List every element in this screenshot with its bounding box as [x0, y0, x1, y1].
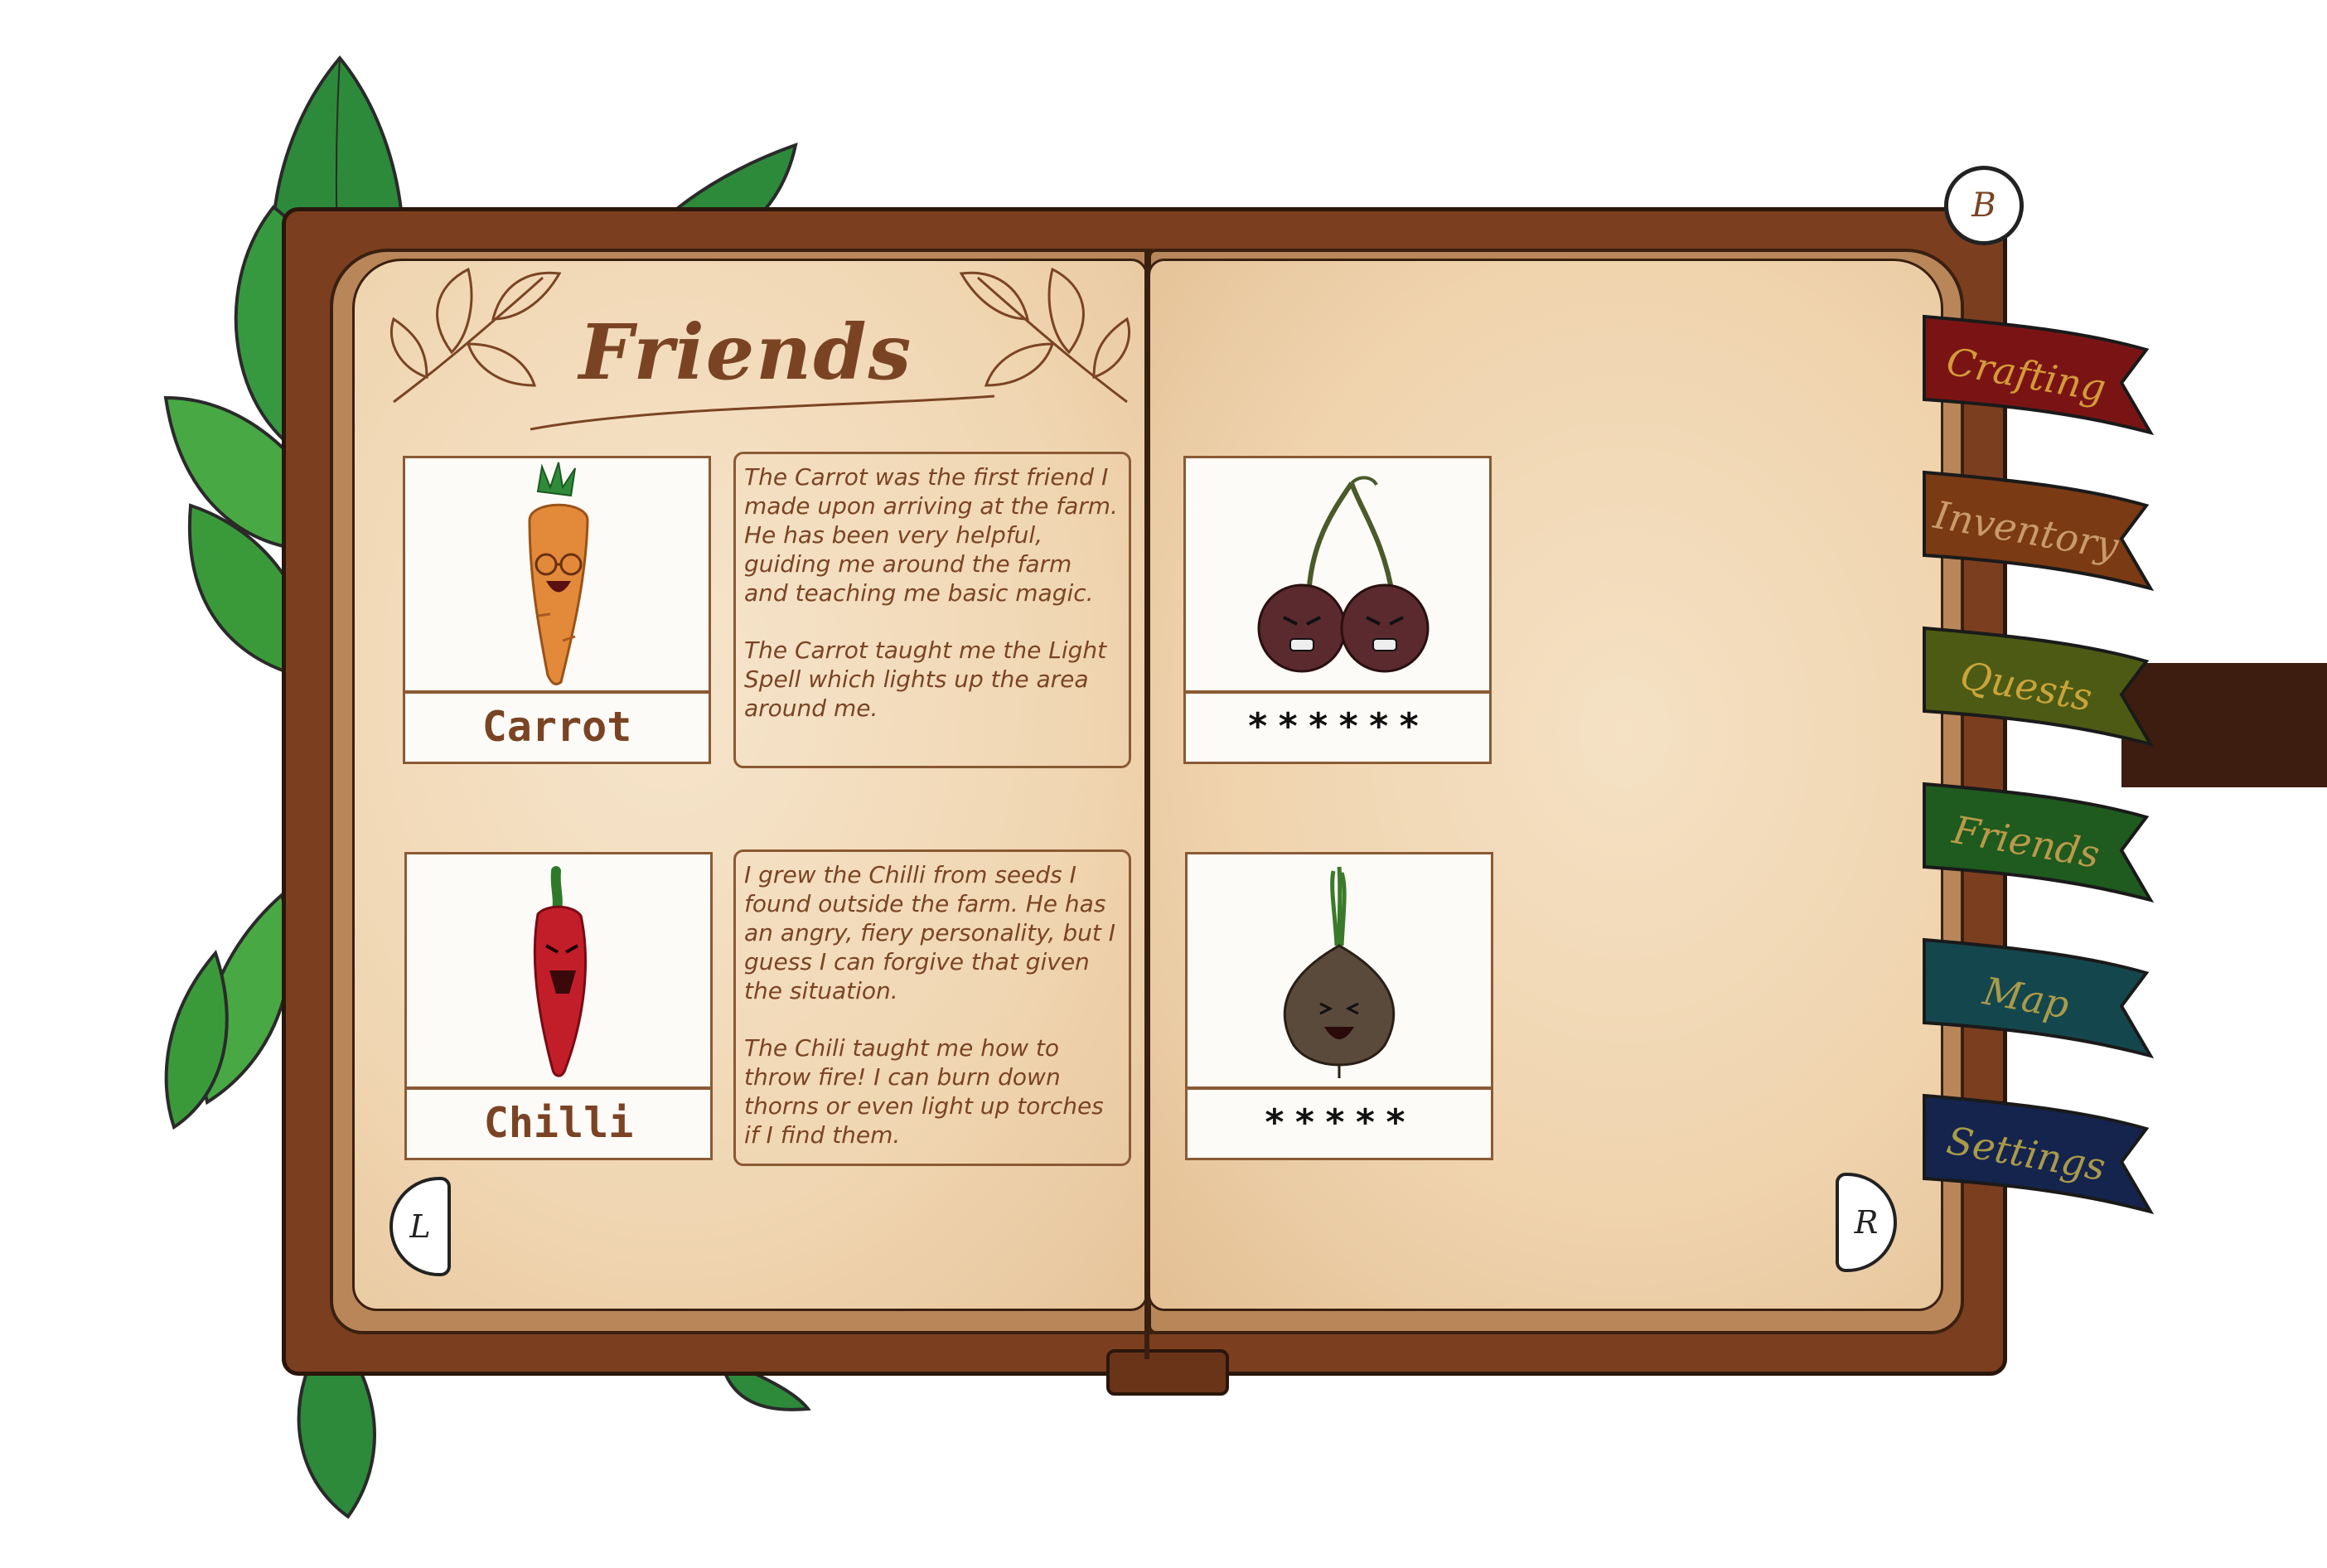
description-paragraph: The Chili taught me how to throw fire! I…: [744, 1034, 1104, 1149]
chilli-icon: [533, 866, 587, 1077]
description-paragraph: I grew the Chilli from seeds I found out…: [744, 861, 1116, 1004]
friend-card-chilli[interactable]: Chilli: [404, 852, 713, 1160]
friend-name-hidden: *****: [1188, 1086, 1491, 1158]
onion-icon: [1283, 866, 1396, 1078]
tab-friends[interactable]: Friends: [1923, 776, 2155, 917]
carrot-icon: [528, 462, 589, 685]
tab-map[interactable]: Map: [1923, 932, 2155, 1072]
friend-description-chilli: I grew the Chilli from seeds I found out…: [733, 849, 1131, 1166]
friend-name-hidden: ******: [1186, 690, 1489, 762]
friend-description-carrot: The Carrot was the first friend I made u…: [733, 452, 1131, 768]
cherries-icon: [1257, 476, 1430, 673]
tab-crafting[interactable]: Crafting: [1923, 308, 2155, 449]
book-spine-tab: [1106, 1349, 1229, 1396]
tab-settings[interactable]: Settings: [1923, 1087, 2155, 1228]
back-button[interactable]: B: [1944, 166, 2024, 245]
tab-quests[interactable]: Quests: [1923, 620, 2155, 761]
friend-name: Carrot: [405, 690, 709, 762]
title-underline: [530, 394, 994, 431]
book-gutter: [1144, 249, 1149, 1359]
description-paragraph: The Carrot was the first friend I made u…: [744, 463, 1118, 607]
friend-card-carrot[interactable]: Carrot: [403, 456, 711, 764]
friend-card-locked-cherries[interactable]: ******: [1183, 456, 1492, 764]
friend-card-locked-onion[interactable]: *****: [1185, 852, 1493, 1160]
tab-inventory[interactable]: Inventory: [1923, 464, 2155, 605]
description-paragraph: The Carrot taught me the Light Spell whi…: [744, 636, 1107, 722]
friend-name: Chilli: [407, 1086, 710, 1158]
